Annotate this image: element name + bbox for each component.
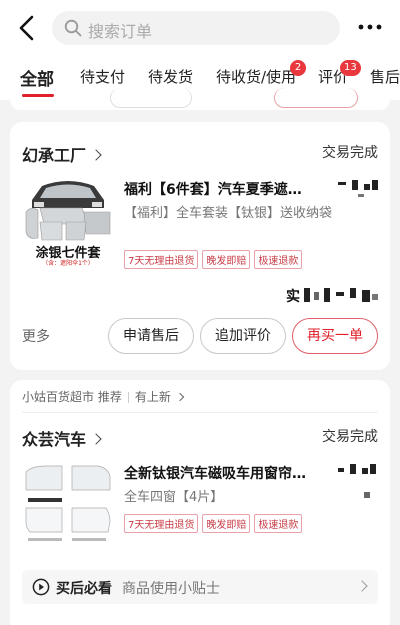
recommend-bar[interactable]: 小姑百货超市 推荐 有上新 xyxy=(22,388,184,405)
order-status: 交易完成 xyxy=(322,145,378,161)
chevron-right-icon xyxy=(90,149,102,161)
product-image[interactable]: 涂银七件套 （含：遮阳伞1个） xyxy=(22,178,114,270)
tab-badge: 2 xyxy=(290,60,306,76)
service-tag: 晚发即赔 xyxy=(202,250,251,269)
product-spec: 【福利】全车套装【钛银】送收纳袋 xyxy=(124,206,333,221)
active-tab-underline xyxy=(22,94,54,97)
car-window-curtain-image xyxy=(22,462,114,554)
service-tags: 7天无理由退货 晚发即赔 极速退款 xyxy=(124,250,303,269)
search-input[interactable]: 搜索订单 xyxy=(52,11,340,45)
play-circle-icon xyxy=(32,578,50,596)
buy-again-button[interactable]: 再买一单 xyxy=(292,318,378,354)
chevron-right-icon xyxy=(175,392,184,402)
tip-bar[interactable]: 买后必看 商品使用小贴士 xyxy=(22,570,378,604)
service-tags: 7天无理由退货 晚发即赔 极速退款 xyxy=(124,514,303,533)
chevron-right-icon xyxy=(356,580,368,592)
blurred-paid-amount xyxy=(304,288,310,302)
search-placeholder: 搜索订单 xyxy=(88,22,153,41)
shop-name[interactable]: 众芸汽车 xyxy=(22,426,102,450)
service-tag: 极速退款 xyxy=(254,250,303,269)
previous-order-card xyxy=(10,88,390,110)
product-title[interactable]: 全新钛银汽车磁吸车用窗帘… xyxy=(124,463,324,483)
top-bar: 搜索订单 xyxy=(0,0,400,56)
order-status: 交易完成 xyxy=(322,429,378,445)
tab-review[interactable]: 评价 13 xyxy=(318,60,361,87)
paid-amount-label: 实 xyxy=(286,289,300,305)
blurred-price xyxy=(338,468,344,472)
service-tag: 7天无理由退货 xyxy=(124,250,199,269)
shop-name[interactable]: 幻承工厂 xyxy=(22,142,102,166)
tab-pending-shipment[interactable]: 待发货 xyxy=(148,66,193,87)
order-card: 小姑百货超市 推荐 有上新 众芸汽车 交易完成 全新钛银汽车磁吸车用窗帘… 全车四… xyxy=(10,380,390,625)
order-card: 幻承工厂 交易完成 涂银七件套 （含：遮阳伞1个） 福利【6件套】汽车夏季遮… … xyxy=(10,122,390,370)
product-title[interactable]: 福利【6件套】汽车夏季遮… xyxy=(124,179,324,199)
product-spec: 全车四窗【4片】 xyxy=(124,490,224,505)
tip-title: 买后必看 xyxy=(56,581,112,597)
service-tag: 极速退款 xyxy=(254,514,303,533)
image-subcaption: （含：遮阳伞1个） xyxy=(42,260,94,267)
search-icon xyxy=(64,19,82,37)
service-tag: 7天无理由退货 xyxy=(124,514,199,533)
service-tag: 晚发即赔 xyxy=(202,514,251,533)
more-link[interactable]: 更多 xyxy=(22,326,50,346)
tab-badge: 13 xyxy=(340,60,361,76)
tab-after-sales[interactable]: 售后 xyxy=(370,66,400,87)
tab-all[interactable]: 全部 xyxy=(20,65,54,90)
tip-text: 商品使用小贴士 xyxy=(122,581,220,597)
apply-after-sales-button[interactable]: 申请售后 xyxy=(108,318,194,354)
tab-pending-payment[interactable]: 待支付 xyxy=(80,66,125,87)
divider xyxy=(22,412,378,413)
product-image[interactable] xyxy=(22,462,114,554)
tab-pending-receipt[interactable]: 待收货/使用 2 xyxy=(216,60,306,87)
add-review-button[interactable]: 追加评价 xyxy=(200,318,286,354)
chevron-right-icon xyxy=(90,433,102,445)
more-icon[interactable] xyxy=(357,20,383,34)
blurred-price xyxy=(338,182,346,185)
back-arrow-icon[interactable] xyxy=(14,14,40,42)
